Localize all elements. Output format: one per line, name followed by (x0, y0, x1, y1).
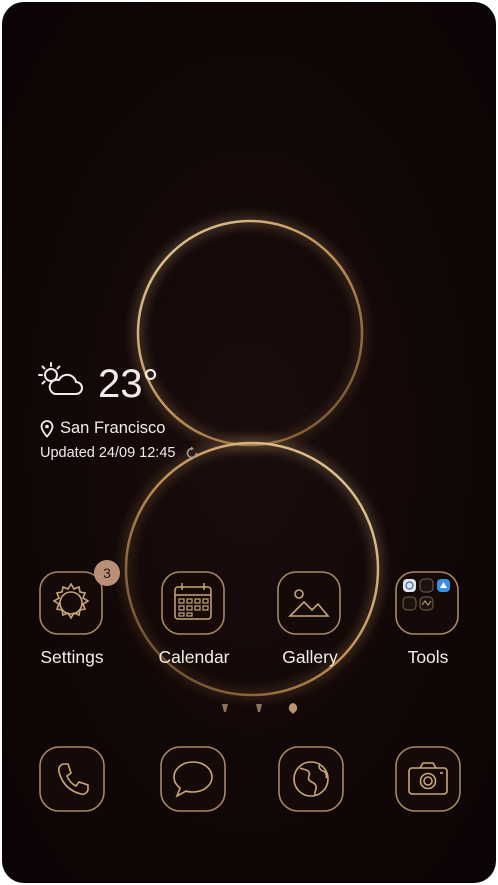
home-screen: 23° San Francisco Updated 24/09 12:45 3 (2, 2, 496, 883)
notification-badge: 3 (94, 560, 120, 586)
gear-icon (39, 571, 103, 635)
browser-globe-icon[interactable] (276, 744, 346, 814)
message-icon[interactable] (158, 744, 228, 814)
app-label: Gallery (282, 647, 338, 667)
app-tools-folder[interactable]: Tools (380, 570, 476, 680)
updated-text: Updated 24/09 12:45 (40, 445, 176, 461)
image-icon (277, 571, 341, 635)
app-settings[interactable]: 3 Settings (24, 560, 120, 680)
calendar-icon (161, 571, 225, 635)
app-label: Calendar (158, 647, 230, 667)
page-indicator[interactable] (216, 700, 306, 718)
partly-cloudy-icon (38, 362, 83, 395)
updated-time: Updated 24/09 12:45 (40, 444, 199, 462)
camera-icon[interactable] (393, 744, 463, 814)
app-label: Settings (40, 647, 104, 667)
phone-icon[interactable] (37, 744, 107, 814)
location-pin-icon (40, 420, 54, 438)
app-gallery[interactable]: Gallery (262, 570, 358, 680)
app-calendar[interactable]: Calendar (146, 570, 242, 680)
location-name: San Francisco (60, 419, 166, 437)
temperature: 23° (98, 362, 159, 406)
folder-icon (395, 571, 459, 635)
refresh-icon[interactable] (185, 446, 199, 460)
app-label: Tools (407, 647, 449, 667)
